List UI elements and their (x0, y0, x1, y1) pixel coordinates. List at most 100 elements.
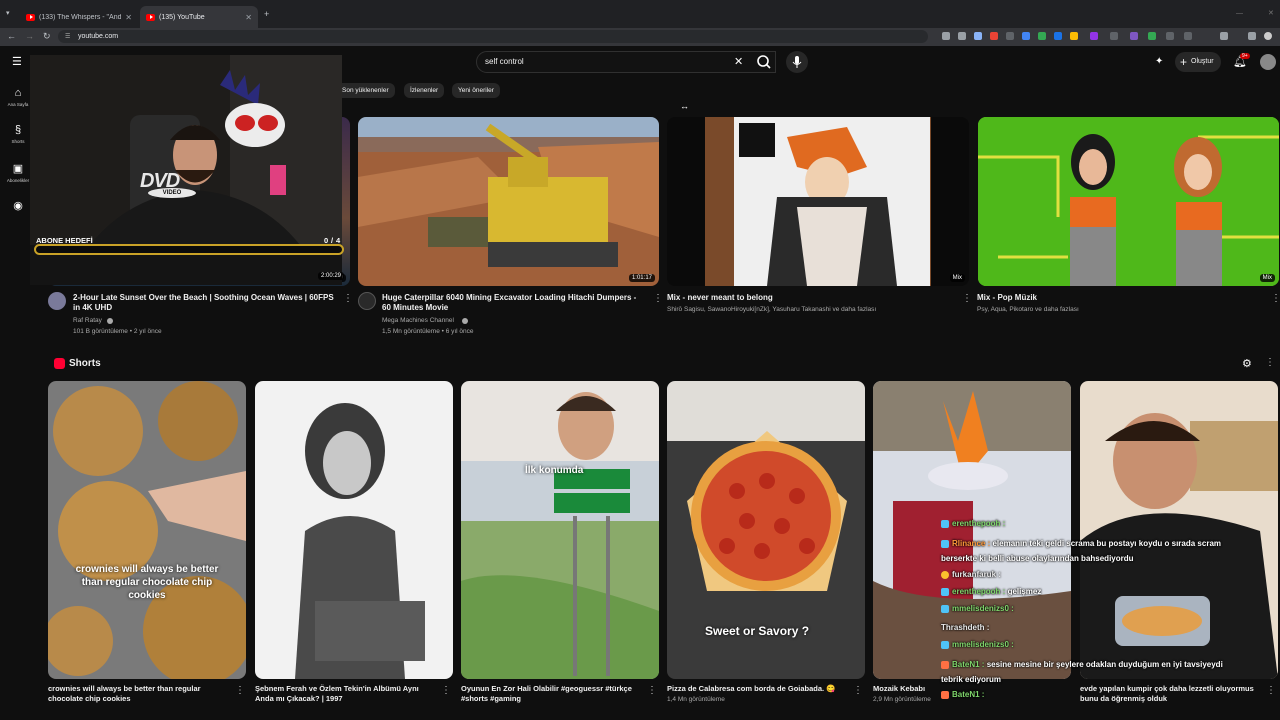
chip-recently-uploaded[interactable]: Son yüklenenler (336, 83, 395, 98)
sidebar-item-label: Abonelikler (6, 178, 30, 183)
cast-settings-icon[interactable]: ✦ (1155, 56, 1163, 67)
browser-tab-bar: ▾ (133) The Whispers - "And The ✕ (135) … (0, 0, 1280, 28)
short-thumbnail[interactable]: Sweet or Savory ? (667, 381, 865, 679)
profile-icon[interactable] (1264, 32, 1272, 40)
short-meta: 1,4 Mn görüntüleme (667, 696, 725, 703)
eye-off-icon[interactable] (958, 32, 966, 40)
shorts-logo-icon (54, 358, 65, 369)
more-options-icon[interactable]: ⋮ (235, 685, 245, 696)
chip-watched[interactable]: İzlenenler (404, 83, 445, 98)
create-button[interactable]: Oluştur (1175, 52, 1221, 72)
extension-icon[interactable] (1130, 32, 1138, 40)
short-title[interactable]: evde yapılan kumpir çok daha lezzetli ol… (1080, 684, 1265, 704)
more-options-icon[interactable]: ⋮ (1265, 357, 1275, 368)
download-icon[interactable] (1248, 32, 1256, 40)
more-options-icon[interactable]: ⋮ (653, 293, 663, 304)
clear-search-icon[interactable]: ✕ (734, 55, 743, 68)
more-options-icon[interactable]: ⋮ (1266, 685, 1276, 696)
channel-name[interactable]: Mega Machines Channel (382, 315, 454, 326)
short-title[interactable]: crownies will always be better than regu… (48, 684, 228, 704)
short-thumbnail[interactable] (255, 381, 453, 679)
more-options-icon[interactable]: ⋮ (647, 685, 657, 696)
verified-icon (107, 318, 113, 324)
chat-text: gelişmez (1007, 587, 1042, 596)
short-title[interactable]: Pizza de Calabresa com borda de Goiabada… (667, 684, 852, 694)
search-input[interactable]: self control (476, 51, 776, 73)
video-title[interactable]: Mix - never meant to belong (667, 293, 947, 303)
back-icon[interactable]: ← (7, 31, 16, 41)
more-options-icon[interactable]: ⋮ (441, 685, 451, 696)
extensions-puzzle-icon[interactable] (1220, 32, 1228, 40)
url-input[interactable]: youtube.com (58, 30, 928, 43)
tab-search-icon[interactable]: ▾ (6, 9, 10, 19)
bookmark-star-icon[interactable] (974, 32, 982, 40)
resize-cursor-icon: ↔ (680, 101, 689, 111)
close-tab-icon[interactable]: ✕ (125, 13, 132, 22)
short-thumbnail[interactable] (1080, 381, 1278, 679)
chat-badge-icon (941, 690, 949, 699)
more-options-icon[interactable]: ⋮ (343, 293, 353, 304)
extension-icon[interactable] (1054, 32, 1062, 40)
short-thumbnail[interactable] (873, 381, 1071, 679)
tab-youtube[interactable]: (135) YouTube ✕ (140, 6, 258, 28)
mix-badge: Mix (1259, 274, 1275, 282)
youtube-favicon-icon (26, 13, 35, 21)
extension-icon[interactable] (990, 32, 998, 40)
extension-icon[interactable] (1090, 32, 1098, 40)
menu-hamburger-icon[interactable]: ☰ (12, 57, 22, 68)
new-tab-icon[interactable]: + (264, 9, 269, 19)
extension-icon[interactable] (1184, 32, 1192, 40)
chip-new-to-you[interactable]: Yeni öneriler (452, 83, 500, 98)
video-thumbnail[interactable]: 1:01:17 (358, 117, 659, 286)
extension-icon[interactable] (1070, 32, 1078, 40)
chat-text: sesine mesine bir şeylere odaklan duyduğ… (941, 660, 1223, 684)
short-caption: Sweet or Savory ? (705, 624, 810, 638)
window-close-icon[interactable]: ✕ (1268, 9, 1274, 19)
cookies-image (48, 381, 246, 679)
shorts-heading: Shorts (69, 358, 101, 369)
video-title[interactable]: Mix - Pop Müzik (977, 293, 1257, 303)
channel-avatar[interactable] (358, 292, 376, 310)
extension-icon[interactable] (1166, 32, 1174, 40)
more-options-icon[interactable]: ⋮ (962, 293, 972, 304)
video-thumbnail[interactable]: Mix (667, 117, 969, 286)
chat-message: BateN1 : sesine mesine bir şeylere odakl… (941, 657, 1241, 687)
subscriber-goal-progress-bar (34, 244, 344, 255)
shorts-settings-icon[interactable]: ⚙ (1242, 357, 1252, 370)
channel-avatar[interactable] (48, 292, 66, 310)
video-title[interactable]: 2-Hour Late Sunset Over the Beach | Soot… (73, 293, 335, 313)
extension-icon[interactable] (1110, 32, 1118, 40)
short-title[interactable]: Oyunun En Zor Hali Olabilir #geoguessr #… (461, 684, 641, 704)
channel-name[interactable]: Raf Ratay (73, 315, 102, 326)
tab-label: (133) The Whispers - "And The (39, 13, 122, 21)
chat-badge-icon (941, 539, 949, 548)
extension-icon[interactable] (1148, 32, 1156, 40)
extension-icon[interactable] (1022, 32, 1030, 40)
short-thumbnail[interactable]: crownies will always be better than regu… (48, 381, 246, 679)
forward-icon[interactable]: → (25, 31, 34, 41)
account-avatar[interactable] (1260, 54, 1276, 70)
short-title[interactable]: Şebnem Ferah ve Özlem Tekin'in Albümü Ay… (255, 684, 435, 704)
chat-username: erenthepooh : (952, 587, 1006, 596)
search-button[interactable] (752, 51, 776, 73)
extension-icon[interactable] (1006, 32, 1014, 40)
site-info-icon[interactable]: ☰ (65, 33, 70, 40)
excavator-thumbnail-image (358, 117, 659, 286)
voice-search-button[interactable] (786, 51, 808, 73)
video-meta: 101 B görüntüleme • 2 yıl önce (73, 328, 162, 335)
extension-icon[interactable] (1038, 32, 1046, 40)
tab-label: (135) YouTube (159, 13, 205, 21)
chat-username: mmelisdenizs0 : (952, 604, 1014, 613)
reload-icon[interactable]: ↻ (43, 31, 51, 41)
more-options-icon[interactable]: ⋮ (853, 685, 863, 696)
minimize-icon[interactable]: — (1236, 9, 1243, 19)
search-icon (757, 55, 771, 69)
video-thumbnail[interactable]: Mix (978, 117, 1279, 286)
video-title[interactable]: Huge Caterpillar 6040 Mining Excavator L… (382, 293, 644, 313)
tab-whispers[interactable]: (133) The Whispers - "And The ✕ (20, 6, 138, 28)
chat-badge-icon (941, 587, 949, 596)
short-thumbnail[interactable]: İlk konumda (461, 381, 659, 679)
close-tab-icon[interactable]: ✕ (245, 13, 252, 22)
more-options-icon[interactable]: ⋮ (1271, 293, 1280, 304)
cast-icon[interactable] (942, 32, 950, 40)
